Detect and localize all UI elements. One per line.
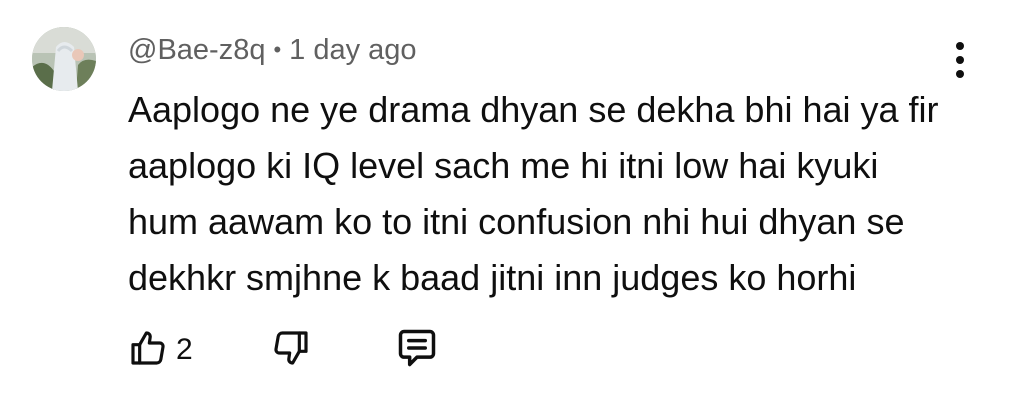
thumbs-down-icon (271, 328, 311, 373)
comment-text-line: hum aawam ko to itni confusion nhi hui d… (128, 201, 905, 242)
comment-actions: 2 (128, 326, 439, 374)
reply-button[interactable] (395, 326, 439, 375)
comment-text-line: aaplogo ki IQ level sach me hi itni low … (128, 145, 879, 186)
dislike-button[interactable] (271, 328, 311, 373)
like-count: 2 (176, 333, 193, 366)
comment-text: Aaplogo ne ye drama dhyan se dekha bhi h… (128, 82, 968, 306)
comment-card: @Bae-z8q • 1 day ago Aaplogo ne ye drama… (0, 0, 1024, 412)
reply-comment-icon (395, 326, 439, 375)
comment-text-line: Aaplogo ne ye drama dhyan se dekha bhi h… (128, 89, 939, 130)
thumbs-up-icon (128, 328, 168, 373)
more-vertical-icon[interactable] (940, 38, 980, 82)
comment-meta: @Bae-z8q • 1 day ago (128, 30, 417, 70)
menu-dot (956, 56, 964, 64)
menu-dot (956, 42, 964, 50)
meta-separator: • (273, 37, 282, 62)
author-name[interactable]: @Bae-z8q (128, 34, 265, 67)
timestamp[interactable]: 1 day ago (289, 34, 416, 67)
menu-dot (956, 70, 964, 78)
avatar[interactable] (32, 27, 96, 91)
comment-text-line: dekhkr smjhne k baad jitni inn judges ko… (128, 257, 857, 298)
like-button[interactable]: 2 (128, 328, 193, 373)
